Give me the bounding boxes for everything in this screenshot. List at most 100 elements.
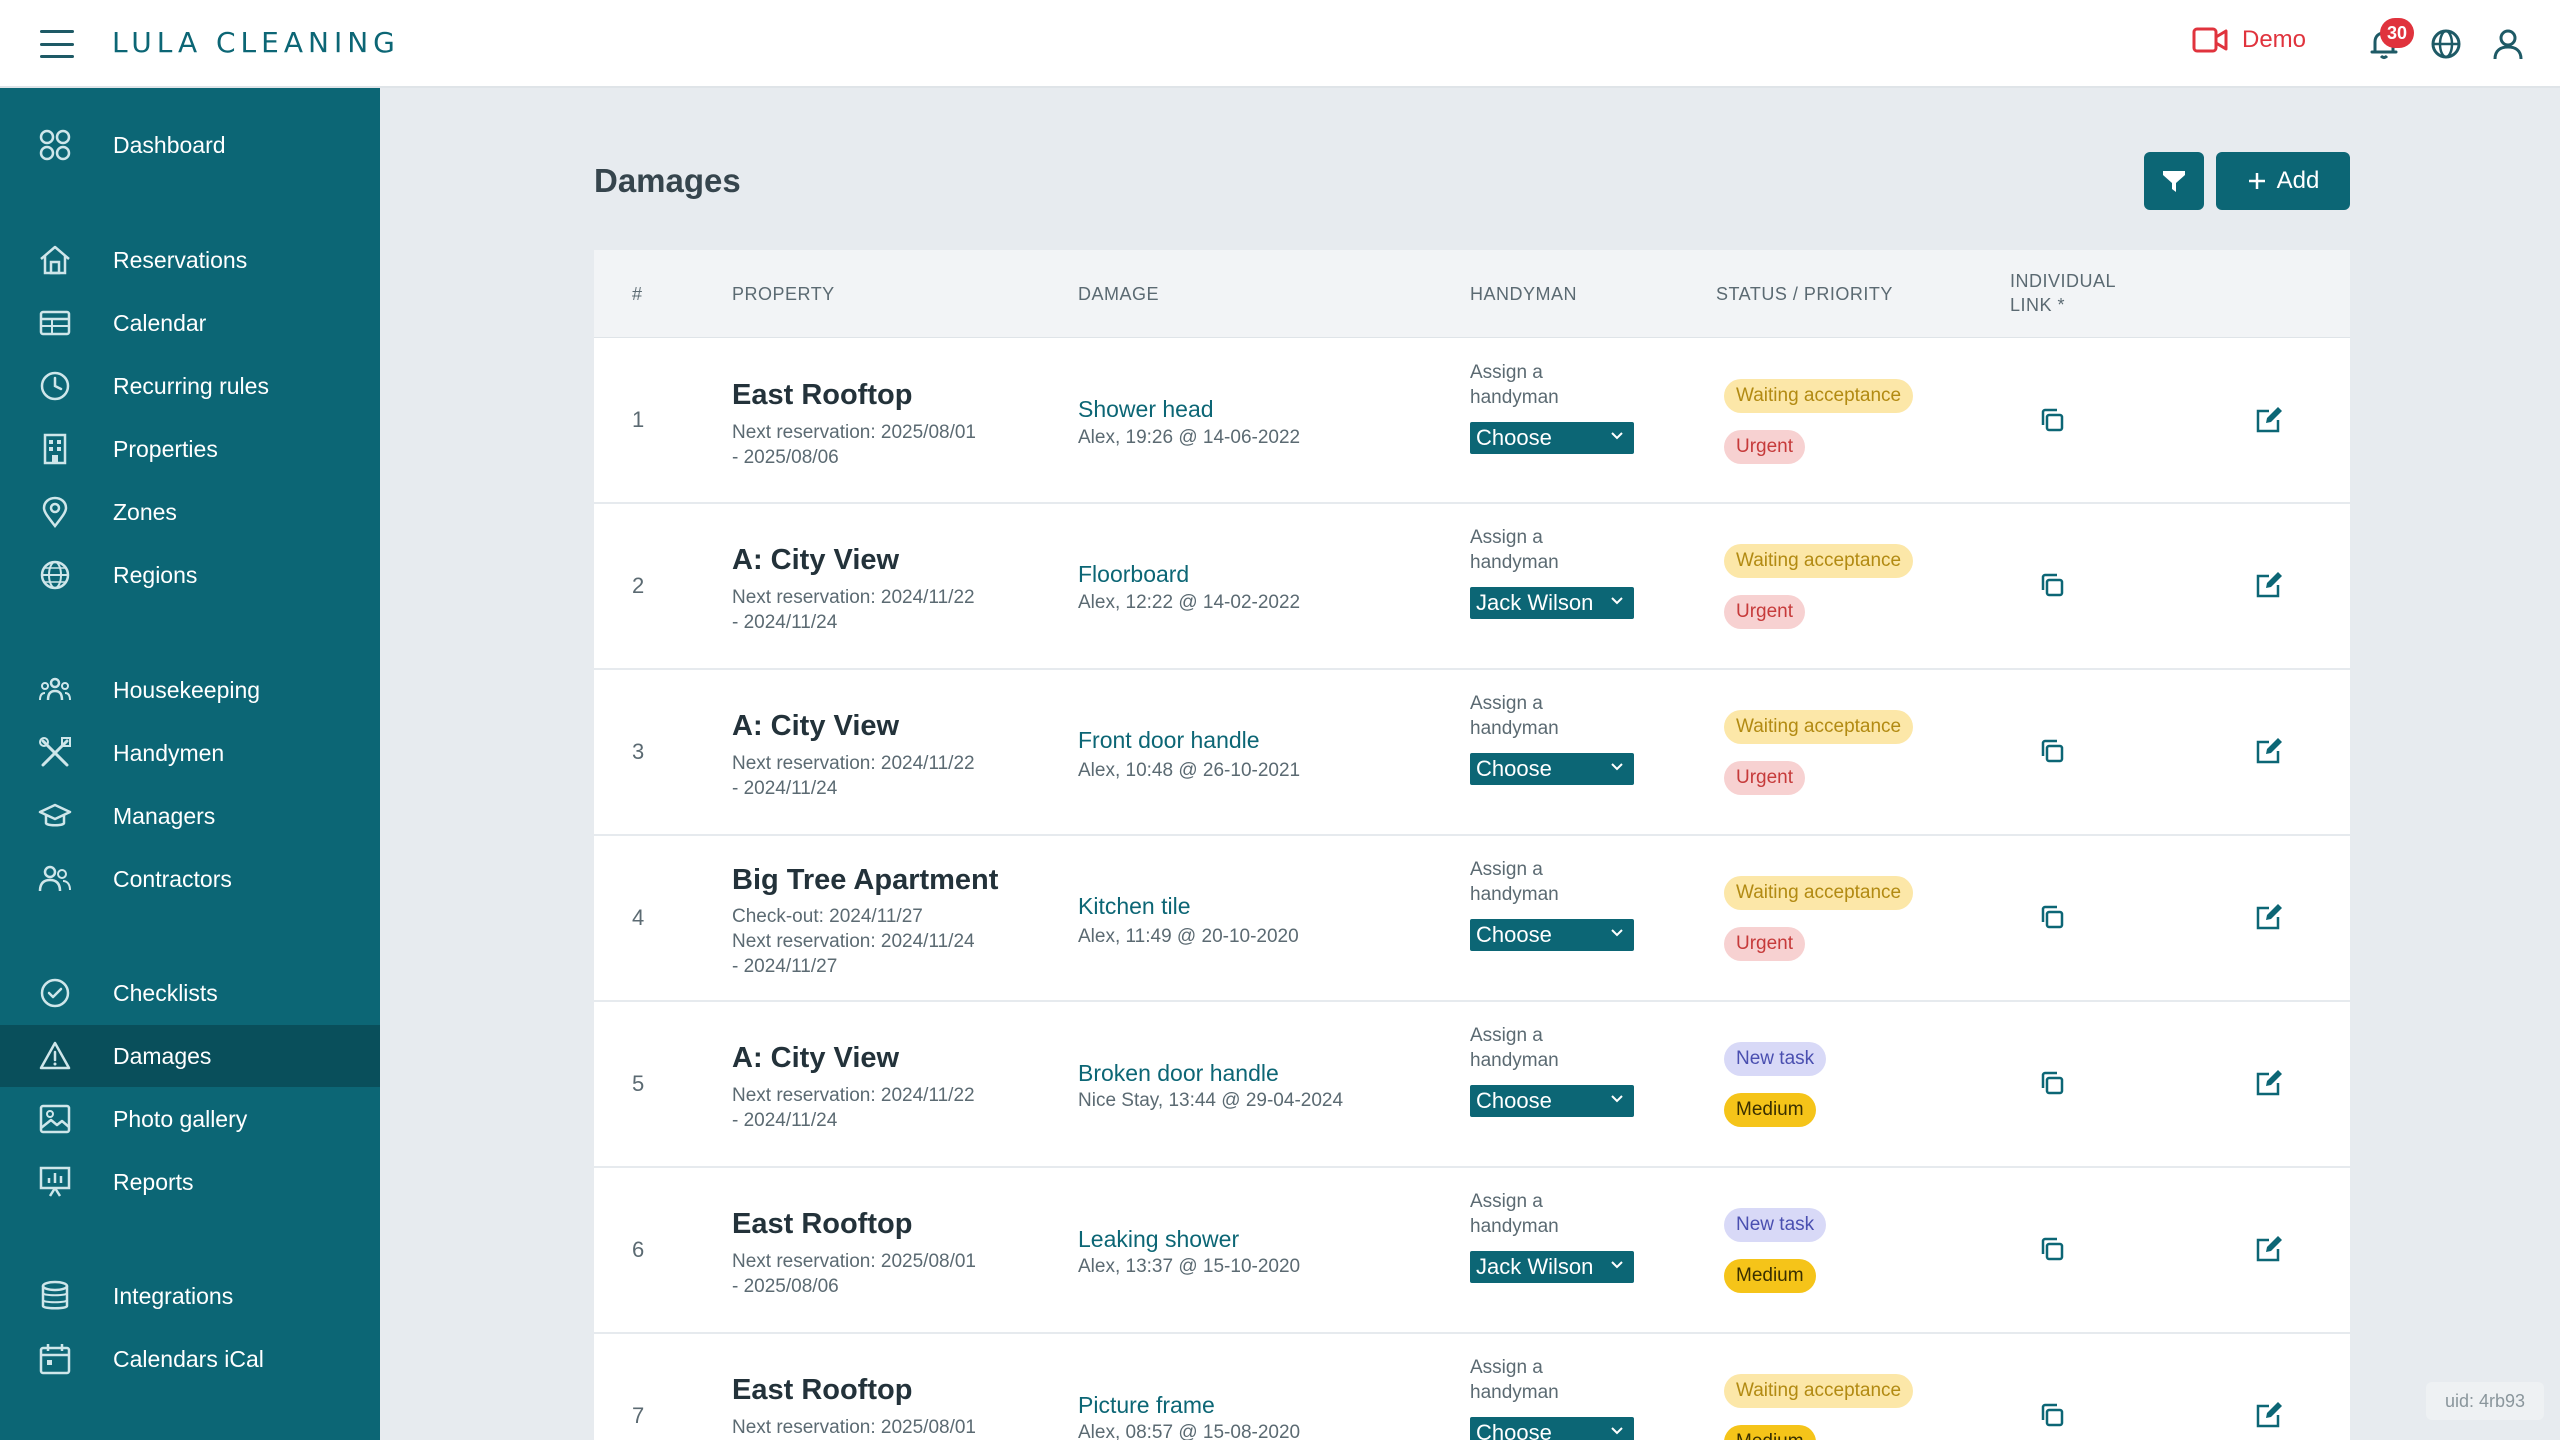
sidebar-item-photo-gallery[interactable]: Photo gallery (0, 1088, 380, 1150)
property-name[interactable]: A: City View (732, 710, 899, 743)
filter-icon (2163, 171, 2185, 192)
damage-reporter: Alex, 08:57 @ 15-08-2020 (1078, 1422, 1301, 1440)
damage-link[interactable]: Front door handle (1078, 727, 1260, 754)
copy-link-icon[interactable] (2038, 406, 2066, 434)
sidebar-item-label: Damages (113, 1042, 212, 1069)
handyman-select[interactable]: Choose (1470, 422, 1634, 454)
sidebar-item-properties[interactable]: Properties (0, 418, 380, 480)
handyman-select[interactable]: Jack Wilson (1470, 1251, 1634, 1283)
column-header-number[interactable]: # (632, 284, 643, 305)
add-button[interactable]: Add (2216, 152, 2350, 210)
status-badge: Waiting acceptance (1724, 544, 1914, 578)
edit-icon[interactable] (2254, 570, 2284, 600)
reservation-info: Next reservation: 2025/08/01 (732, 1251, 976, 1272)
property-name[interactable]: A: City View (732, 544, 899, 577)
property-name[interactable]: A: City View (732, 1042, 899, 1075)
sidebar-item-regions[interactable]: Regions (0, 544, 380, 606)
sidebar-item-label: Handymen (113, 739, 225, 766)
status-badge: Waiting acceptance (1724, 710, 1914, 744)
assign-label: Assign a (1470, 362, 1543, 383)
copy-link-icon[interactable] (2038, 903, 2066, 931)
demo-button[interactable]: Demo (2192, 26, 2306, 54)
property-name[interactable]: Big Tree Apartment (732, 864, 998, 897)
property-name[interactable]: East Rooftop (732, 379, 912, 412)
sidebar-item-reservations[interactable]: Reservations (0, 229, 380, 291)
column-header-property[interactable]: PROPERTY (732, 284, 835, 305)
sidebar-item-contractors[interactable]: Contractors (0, 848, 380, 910)
sidebar-item-reports[interactable]: Reports (0, 1151, 380, 1213)
status-badge: New task (1724, 1042, 1827, 1076)
edit-icon[interactable] (2254, 902, 2284, 932)
table-row: 5 A: City View Next reservation: 2024/11… (594, 1002, 2350, 1168)
sidebar-item-damages[interactable]: Damages (0, 1025, 380, 1087)
priority-badge: Urgent (1724, 761, 1806, 795)
chevron-down-icon (1611, 763, 1623, 771)
edit-icon[interactable] (2254, 1234, 2284, 1264)
damage-reporter: Nice Stay, 13:44 @ 29-04-2024 (1078, 1090, 1344, 1111)
user-profile-icon[interactable] (2490, 26, 2526, 62)
database-icon (41, 1280, 69, 1310)
sidebar-item-label: Reservations (113, 246, 248, 273)
edit-icon[interactable] (2254, 1068, 2284, 1098)
sidebar-item-checklists[interactable]: Checklists (0, 962, 380, 1024)
assign-label-line2: handyman (1470, 1050, 1559, 1071)
sidebar-item-integrations[interactable]: Integrations (0, 1265, 380, 1327)
tools-icon (39, 737, 71, 767)
copy-link-icon[interactable] (2038, 1401, 2066, 1429)
handyman-select[interactable]: Choose (1470, 753, 1634, 785)
sidebar-item-recurring-rules[interactable]: Recurring rules (0, 355, 380, 417)
assign-label: Assign a (1470, 1025, 1543, 1046)
column-header-handyman[interactable]: HANDYMAN (1470, 284, 1577, 305)
handyman-select[interactable]: Jack Wilson (1470, 587, 1634, 619)
globe-icon[interactable] (2428, 26, 2464, 62)
image-icon (39, 1104, 71, 1134)
damage-link[interactable]: Shower head (1078, 396, 1214, 423)
reservation-info: Next reservation: 2024/11/22 (732, 587, 975, 608)
sidebar-item-managers[interactable]: Managers (0, 785, 380, 847)
assign-label: Assign a (1470, 1357, 1543, 1378)
handyman-select-value: Jack Wilson (1476, 1254, 1594, 1279)
chevron-down-icon (1611, 1261, 1623, 1269)
sidebar-item-dashboard[interactable]: Dashboard (0, 114, 380, 176)
top-bar: LULA CLEANING Demo 30 (0, 0, 2560, 88)
sidebar-item-calendar[interactable]: Calendar (0, 292, 380, 354)
app-logo[interactable]: LULA CLEANING (112, 26, 400, 59)
property-name[interactable]: East Rooftop (732, 1208, 912, 1241)
handyman-select[interactable]: Choose (1470, 1085, 1634, 1117)
chevron-down-icon (1611, 432, 1623, 440)
sidebar-item-label: Integrations (113, 1282, 234, 1309)
row-number: 3 (632, 739, 645, 764)
filter-button[interactable] (2144, 152, 2204, 210)
handyman-select[interactable]: Choose (1470, 919, 1634, 951)
priority-badge: Urgent (1724, 430, 1806, 464)
sidebar-item-calendars-ical[interactable]: Calendars iCal (0, 1328, 380, 1390)
damage-link[interactable]: Broken door handle (1078, 1060, 1279, 1087)
edit-icon[interactable] (2254, 405, 2284, 435)
edit-icon[interactable] (2254, 1400, 2284, 1430)
hamburger-menu-icon[interactable] (40, 30, 74, 58)
copy-link-icon[interactable] (2038, 737, 2066, 765)
assign-label: Assign a (1470, 527, 1543, 548)
sidebar-item-label: Properties (113, 435, 218, 462)
sidebar-item-housekeeping[interactable]: Housekeeping (0, 659, 380, 721)
sidebar-item-handymen[interactable]: Handymen (0, 722, 380, 784)
column-header-damage[interactable]: DAMAGE (1078, 284, 1159, 305)
copy-link-icon[interactable] (2038, 571, 2066, 599)
column-header-individual-link[interactable]: INDIVIDUAL (2010, 271, 2116, 292)
assign-label-line2: handyman (1470, 884, 1559, 905)
edit-icon[interactable] (2254, 736, 2284, 766)
sidebar-item-label: Calendar (113, 309, 207, 336)
damage-link[interactable]: Floorboard (1078, 561, 1189, 588)
copy-link-icon[interactable] (2038, 1235, 2066, 1263)
sidebar-item-label: Housekeeping (113, 676, 261, 703)
property-name[interactable]: East Rooftop (732, 1374, 912, 1407)
damage-link[interactable]: Picture frame (1078, 1392, 1215, 1419)
table-row: 3 A: City View Next reservation: 2024/11… (594, 670, 2350, 836)
handyman-select[interactable]: Choose (1470, 1417, 1634, 1440)
sidebar-item-zones[interactable]: Zones (0, 481, 380, 543)
damage-link[interactable]: Kitchen tile (1078, 893, 1191, 920)
damage-link[interactable]: Leaking shower (1078, 1226, 1239, 1253)
reservation-info: Next reservation: 2024/11/22 (732, 753, 975, 774)
column-header-status-priority[interactable]: STATUS / PRIORITY (1716, 284, 1893, 305)
copy-link-icon[interactable] (2038, 1069, 2066, 1097)
